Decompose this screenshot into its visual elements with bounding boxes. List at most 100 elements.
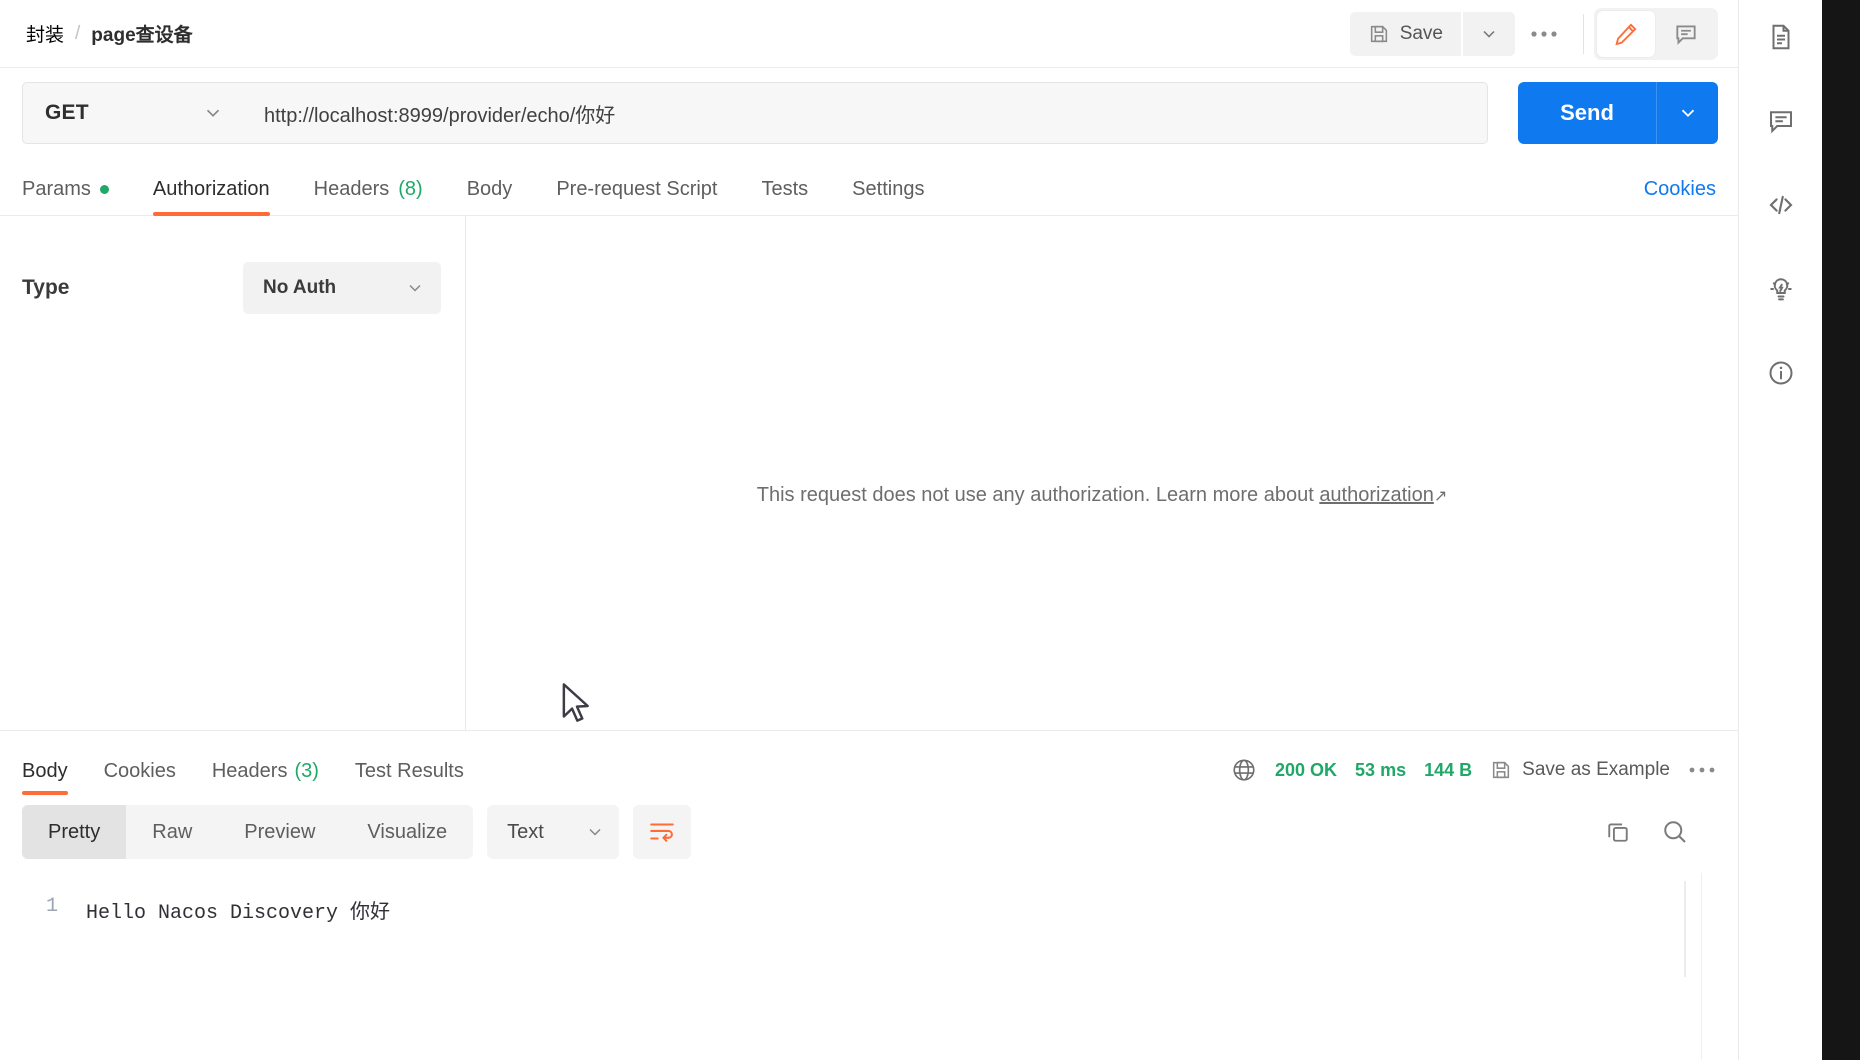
header-divider bbox=[1583, 13, 1584, 54]
postman-window: 封装 / page查设备 Save GET http://localhost:8… bbox=[0, 0, 1860, 1060]
save-as-example-label: Save as Example bbox=[1522, 759, 1670, 780]
breadcrumb-parent[interactable]: 封装 bbox=[26, 20, 64, 47]
view-mode-preview[interactable]: Preview bbox=[218, 805, 341, 859]
view-mode-visualize[interactable]: Visualize bbox=[341, 805, 473, 859]
main-column: 封装 / page查设备 Save GET http://localhost:8… bbox=[0, 0, 1738, 1060]
tab-pre-request-script-label: Pre-request Script bbox=[556, 178, 718, 200]
header-actions: Save bbox=[1349, 7, 1718, 60]
tab-authorization[interactable]: Authorization bbox=[152, 178, 270, 216]
wrap-lines-button[interactable] bbox=[633, 805, 692, 859]
send-button[interactable]: Send bbox=[1518, 82, 1656, 144]
response-format-select[interactable]: Text bbox=[487, 805, 620, 859]
response-time: 53 ms bbox=[1355, 759, 1407, 780]
authorization-learn-more-link[interactable]: authorization bbox=[1319, 484, 1434, 506]
method-label: GET bbox=[45, 101, 89, 124]
floppy-disk-icon bbox=[1490, 759, 1512, 781]
view-mode-pretty[interactable]: Pretty bbox=[22, 805, 127, 859]
tab-settings-label: Settings bbox=[852, 178, 925, 200]
response-tab-headers-label: Headers bbox=[211, 760, 288, 782]
send-group: Send bbox=[1518, 82, 1718, 144]
line-content: Hello Nacos Discovery 你好 bbox=[86, 902, 391, 925]
search-icon bbox=[1660, 817, 1690, 847]
view-mode-group: Pretty Raw Preview Visualize bbox=[22, 805, 474, 859]
response-body-viewer[interactable]: 1 Hello Nacos Discovery 你好 bbox=[0, 873, 1738, 1060]
auth-type-label: Type bbox=[22, 276, 70, 299]
copy-icon bbox=[1604, 818, 1632, 846]
tab-settings[interactable]: Settings bbox=[852, 178, 924, 215]
view-mode-raw[interactable]: Raw bbox=[126, 805, 218, 859]
url-bar: GET http://localhost:8999/provider/echo/… bbox=[0, 68, 1738, 160]
save-dropdown-button[interactable] bbox=[1463, 11, 1515, 56]
body-scrollbar[interactable] bbox=[1684, 881, 1686, 977]
chevron-down-icon bbox=[585, 822, 605, 842]
comment-mode-button[interactable] bbox=[1657, 11, 1715, 57]
right-sidebar bbox=[1738, 0, 1822, 1060]
response-more-button[interactable] bbox=[1688, 765, 1716, 775]
breadcrumb: 封装 / page查设备 bbox=[26, 20, 193, 47]
response-tab-test-results-label: Test Results bbox=[354, 760, 464, 782]
code-icon bbox=[1765, 190, 1797, 220]
chevron-down-icon bbox=[202, 102, 224, 124]
auth-type-value: No Auth bbox=[263, 277, 337, 298]
auth-message-column: This request does not use any authorizat… bbox=[466, 216, 1738, 730]
search-button[interactable] bbox=[1660, 817, 1690, 847]
tab-params-label: Params bbox=[22, 178, 91, 200]
save-group: Save bbox=[1349, 11, 1515, 56]
ellipsis-icon bbox=[1688, 765, 1716, 775]
sidebar-item-code[interactable] bbox=[1752, 182, 1810, 228]
request-tabs: Params Authorization Headers (8) Body Pr… bbox=[0, 160, 1738, 216]
save-as-example-button[interactable]: Save as Example bbox=[1490, 759, 1670, 781]
tab-tests[interactable]: Tests bbox=[761, 178, 808, 215]
wrap-lines-icon bbox=[648, 819, 676, 845]
tab-headers-count: (8) bbox=[398, 178, 423, 200]
external-link-icon: ↗ bbox=[1433, 488, 1448, 505]
auth-type-row: Type No Auth bbox=[22, 262, 441, 314]
response-tab-headers[interactable]: Headers (3) bbox=[212, 760, 319, 795]
auth-message-text: This request does not use any authorizat… bbox=[756, 484, 1320, 506]
floppy-disk-icon bbox=[1368, 23, 1390, 45]
comment-icon bbox=[1673, 21, 1699, 47]
info-icon bbox=[1766, 358, 1796, 388]
tab-headers-label: Headers bbox=[313, 178, 390, 200]
response-view-toolbar: Pretty Raw Preview Visualize Text bbox=[0, 795, 1738, 873]
response-tab-headers-count: (3) bbox=[294, 760, 319, 782]
response-tabs-bar: Body Cookies Headers (3) Test Results 20… bbox=[0, 731, 1738, 795]
response-tab-cookies-label: Cookies bbox=[103, 760, 176, 782]
globe-icon bbox=[1231, 757, 1257, 783]
sidebar-item-comments[interactable] bbox=[1752, 98, 1810, 144]
response-size: 144 B bbox=[1424, 759, 1473, 780]
tab-body[interactable]: Body bbox=[467, 178, 513, 215]
edit-mode-button[interactable] bbox=[1597, 10, 1655, 57]
window-edge-strip bbox=[1822, 0, 1860, 1060]
tab-pre-request-script[interactable]: Pre-request Script bbox=[556, 178, 717, 215]
send-dropdown-button[interactable] bbox=[1656, 82, 1718, 144]
response-meta: 200 OK 53 ms 144 B Save as Example bbox=[1231, 757, 1716, 795]
tab-headers[interactable]: Headers (8) bbox=[314, 178, 423, 215]
response-tab-cookies[interactable]: Cookies bbox=[104, 760, 176, 795]
cookies-link[interactable]: Cookies bbox=[1644, 178, 1716, 215]
header-view-toggle bbox=[1594, 7, 1718, 60]
body-right-divider bbox=[1701, 873, 1702, 1060]
auth-empty-message: This request does not use any authorizat… bbox=[466, 484, 1738, 507]
sidebar-item-info[interactable] bbox=[1752, 350, 1810, 396]
pencil-icon bbox=[1613, 21, 1639, 47]
sidebar-item-examples[interactable] bbox=[1752, 266, 1810, 312]
ellipsis-icon bbox=[1529, 29, 1559, 39]
tab-authorization-label: Authorization bbox=[152, 178, 270, 200]
save-button[interactable]: Save bbox=[1349, 11, 1461, 56]
auth-type-select[interactable]: No Auth bbox=[243, 262, 441, 314]
document-icon bbox=[1766, 22, 1796, 52]
chevron-down-icon bbox=[1677, 102, 1699, 124]
response-tab-body[interactable]: Body bbox=[22, 760, 68, 795]
url-input[interactable]: http://localhost:8999/provider/echo/你好 bbox=[244, 82, 1488, 144]
tab-params[interactable]: Params bbox=[22, 178, 109, 215]
header-more-button[interactable] bbox=[1515, 12, 1573, 56]
chevron-down-icon bbox=[405, 278, 425, 298]
copy-button[interactable] bbox=[1604, 818, 1632, 846]
breadcrumb-separator: / bbox=[75, 22, 81, 44]
header-bar: 封装 / page查设备 Save bbox=[0, 0, 1738, 68]
sidebar-item-documentation[interactable] bbox=[1752, 14, 1810, 60]
response-tab-test-results[interactable]: Test Results bbox=[355, 760, 464, 795]
tab-body-label: Body bbox=[466, 178, 513, 200]
method-selector[interactable]: GET bbox=[22, 82, 244, 144]
